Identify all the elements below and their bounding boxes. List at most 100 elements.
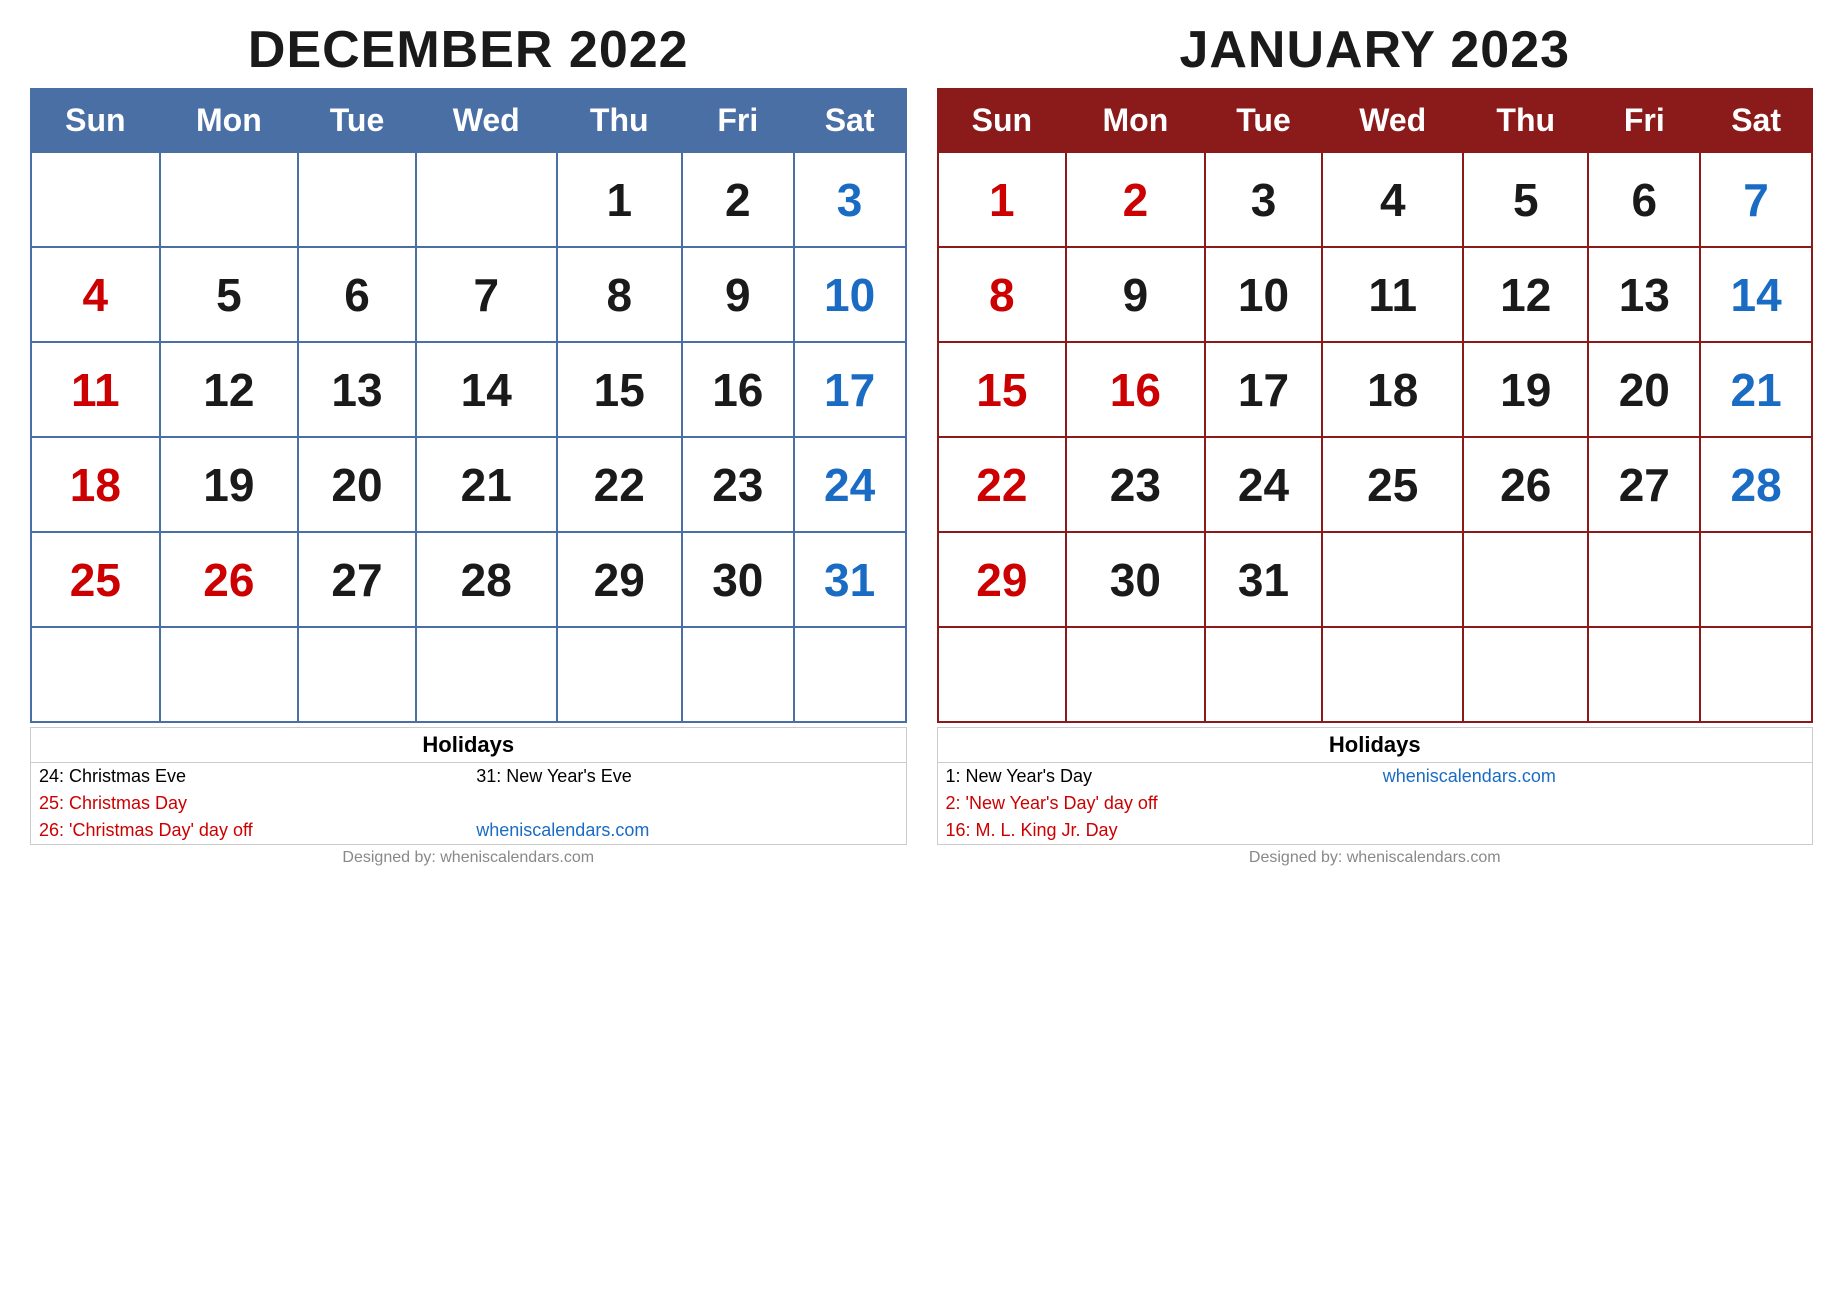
- day-cell: 23: [1066, 437, 1204, 532]
- week-row-3: 22232425262728: [938, 437, 1813, 532]
- week-row-5: [938, 627, 1813, 722]
- day-cell: 28: [1700, 437, 1812, 532]
- day-cell: 29: [557, 532, 682, 627]
- holiday-col2: [468, 790, 905, 817]
- day-cell: 30: [1066, 532, 1204, 627]
- holiday-col2: 31: New Year's Eve: [468, 763, 905, 790]
- holiday-col2: [1375, 817, 1812, 844]
- day-cell: 8: [938, 247, 1067, 342]
- day-cell: 18: [31, 437, 160, 532]
- holiday-col1: 16: M. L. King Jr. Day: [938, 817, 1375, 844]
- day-cell: 5: [1463, 152, 1588, 247]
- january-header-row: SunMonTueWedThuFriSat: [938, 89, 1813, 152]
- day-cell: 26: [160, 532, 298, 627]
- holiday-col1: 26: 'Christmas Day' day off: [31, 817, 468, 844]
- day-cell: 31: [1205, 532, 1323, 627]
- holiday-col1: 2: 'New Year's Day' day off: [938, 790, 1375, 817]
- day-cell: [298, 152, 416, 247]
- header-sat: Sat: [794, 89, 906, 152]
- week-row-4: 293031: [938, 532, 1813, 627]
- week-row-0: 123: [31, 152, 906, 247]
- day-cell: 24: [1205, 437, 1323, 532]
- day-cell: [1322, 532, 1463, 627]
- holiday-row-1: 2: 'New Year's Day' day off: [938, 790, 1813, 817]
- day-cell: 15: [938, 342, 1067, 437]
- day-cell: 12: [1463, 247, 1588, 342]
- day-cell: 25: [1322, 437, 1463, 532]
- day-cell: 19: [160, 437, 298, 532]
- day-cell: 28: [416, 532, 557, 627]
- day-cell: 9: [1066, 247, 1204, 342]
- holiday-col1: 24: Christmas Eve: [31, 763, 468, 790]
- day-cell: 10: [1205, 247, 1323, 342]
- holiday-col1: 25: Christmas Day: [31, 790, 468, 817]
- day-cell: 2: [682, 152, 794, 247]
- day-cell: [1588, 532, 1700, 627]
- day-cell: 11: [31, 342, 160, 437]
- day-cell: [1463, 532, 1588, 627]
- december-holidays-title: Holidays: [31, 728, 906, 763]
- day-cell: 31: [794, 532, 906, 627]
- january-grid: SunMonTueWedThuFriSat 123456789101112131…: [937, 88, 1814, 723]
- day-cell: 3: [1205, 152, 1323, 247]
- day-cell: 19: [1463, 342, 1588, 437]
- calendars-wrapper: DECEMBER 2022 SunMonTueWedThuFriSat 1234…: [30, 20, 1813, 867]
- january-holidays-table: 1: New Year's Daywheniscalendars.com2: '…: [938, 763, 1813, 844]
- day-cell: 1: [938, 152, 1067, 247]
- holiday-col1: 1: New Year's Day: [938, 763, 1375, 790]
- week-row-3: 18192021222324: [31, 437, 906, 532]
- day-cell: [416, 627, 557, 722]
- header-tue: Tue: [298, 89, 416, 152]
- day-cell: [1066, 627, 1204, 722]
- header-sat: Sat: [1700, 89, 1812, 152]
- december-designed-by: Designed by: wheniscalendars.com: [30, 849, 907, 867]
- holiday-row-1: 25: Christmas Day: [31, 790, 906, 817]
- week-row-0: 1234567: [938, 152, 1813, 247]
- day-cell: 6: [298, 247, 416, 342]
- day-cell: 23: [682, 437, 794, 532]
- december-header-row: SunMonTueWedThuFriSat: [31, 89, 906, 152]
- holiday-col2: wheniscalendars.com: [468, 817, 905, 844]
- day-cell: 4: [31, 247, 160, 342]
- header-wed: Wed: [416, 89, 557, 152]
- day-cell: 4: [1322, 152, 1463, 247]
- header-sun: Sun: [31, 89, 160, 152]
- day-cell: 3: [794, 152, 906, 247]
- day-cell: [160, 152, 298, 247]
- january-holidays-title: Holidays: [938, 728, 1813, 763]
- day-cell: 12: [160, 342, 298, 437]
- holiday-row-0: 1: New Year's Daywheniscalendars.com: [938, 763, 1813, 790]
- holiday-row-2: 16: M. L. King Jr. Day: [938, 817, 1813, 844]
- day-cell: 27: [1588, 437, 1700, 532]
- day-cell: [298, 627, 416, 722]
- day-cell: 7: [1700, 152, 1812, 247]
- day-cell: 27: [298, 532, 416, 627]
- day-cell: [1322, 627, 1463, 722]
- day-cell: 18: [1322, 342, 1463, 437]
- day-cell: [794, 627, 906, 722]
- day-cell: [1700, 627, 1812, 722]
- day-cell: 1: [557, 152, 682, 247]
- header-fri: Fri: [1588, 89, 1700, 152]
- day-cell: 30: [682, 532, 794, 627]
- day-cell: 22: [557, 437, 682, 532]
- january-title: JANUARY 2023: [937, 20, 1814, 80]
- day-cell: 17: [1205, 342, 1323, 437]
- day-cell: 11: [1322, 247, 1463, 342]
- day-cell: 16: [1066, 342, 1204, 437]
- day-cell: [938, 627, 1067, 722]
- header-wed: Wed: [1322, 89, 1463, 152]
- day-cell: 5: [160, 247, 298, 342]
- day-cell: 29: [938, 532, 1067, 627]
- header-tue: Tue: [1205, 89, 1323, 152]
- day-cell: 9: [682, 247, 794, 342]
- december-body: 1234567891011121314151617181920212223242…: [31, 152, 906, 722]
- day-cell: [31, 152, 160, 247]
- week-row-4: 25262728293031: [31, 532, 906, 627]
- day-cell: 2: [1066, 152, 1204, 247]
- day-cell: 14: [416, 342, 557, 437]
- day-cell: [682, 627, 794, 722]
- day-cell: 22: [938, 437, 1067, 532]
- week-row-1: 45678910: [31, 247, 906, 342]
- header-mon: Mon: [160, 89, 298, 152]
